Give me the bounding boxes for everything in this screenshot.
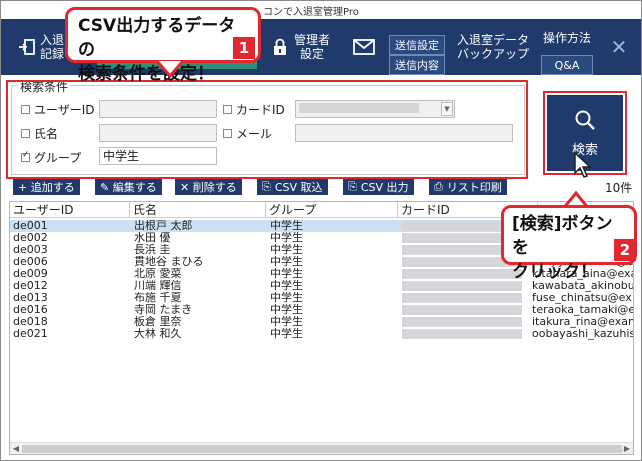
lock-icon <box>273 38 286 55</box>
search-conditions-highlight <box>6 80 528 179</box>
envelope-icon <box>353 39 375 55</box>
app-window: コンで入退室管理Pro 入退 記録 管理者 設定 送信設定 送信内容 入退室デー… <box>0 0 642 461</box>
cell-user-id: de013 <box>13 292 48 304</box>
cell-user-id: de002 <box>13 232 48 244</box>
redacted-card-id <box>402 281 522 291</box>
cell-mail: teraoka_tamaki@e <box>532 304 633 316</box>
cell-name: 川端 輝信 <box>134 280 182 292</box>
redacted-card-id <box>402 305 522 315</box>
cell-user-id: de001 <box>13 220 48 232</box>
cell-user-id: de012 <box>13 280 48 292</box>
scrollbar-thumb[interactable] <box>22 445 622 453</box>
import-icon: ⎘ <box>262 180 271 193</box>
cell-user-id: de009 <box>13 268 48 280</box>
csv-export-label: CSV 出力 <box>360 181 409 194</box>
cell-name: 寺岡 たまき <box>134 304 193 316</box>
cell-mail: itakura_rina@exan <box>532 316 633 328</box>
redacted-card-id <box>402 329 522 339</box>
cell-group: 中学生 <box>270 292 303 304</box>
cell-user-id: de006 <box>13 256 48 268</box>
qa-button[interactable]: Q&A <box>541 55 593 75</box>
add-button[interactable]: + 追加する <box>13 179 80 195</box>
cell-mail: oobayashi_kazuhis <box>532 328 633 340</box>
table-row[interactable]: de021 大林 和久 中学生 oobayashi_kazuhis <box>10 328 633 340</box>
cell-card-id-redacted <box>402 328 530 342</box>
cell-user-id: de021 <box>13 328 48 340</box>
callout-step1: CSV出力するデータの 検索条件を設定！ <box>65 7 261 84</box>
cell-group: 中学生 <box>270 328 303 340</box>
horizontal-scrollbar[interactable]: ◀ ▶ <box>10 442 633 454</box>
send-settings-button[interactable]: 送信設定 <box>389 35 445 55</box>
scroll-left-icon[interactable]: ◀ <box>10 443 22 454</box>
door-icon <box>18 39 35 55</box>
delete-button[interactable]: ✕ 削除する <box>175 179 242 195</box>
cell-user-id: de018 <box>13 316 48 328</box>
callout-step1-pointer <box>155 60 185 79</box>
cell-name: 布施 千夏 <box>134 292 182 304</box>
csv-export-button[interactable]: ⎘ CSV 出力 <box>343 179 414 195</box>
redacted-card-id <box>402 269 522 279</box>
cell-name: 北原 愛菜 <box>134 268 182 280</box>
cell-user-id: de003 <box>13 244 48 256</box>
window-title: コンで入退室管理Pro <box>263 7 359 18</box>
cell-group: 中学生 <box>270 256 303 268</box>
print-list-label: リスト印刷 <box>446 181 502 194</box>
cell-group: 中学生 <box>270 304 303 316</box>
step2-badge: 2 <box>614 239 636 261</box>
howto-label: 操作方法 <box>542 31 591 45</box>
entry-record-label: 入退 記録 <box>39 33 64 61</box>
cell-group: 中学生 <box>270 316 303 328</box>
print-list-button[interactable]: ⎙ リスト印刷 <box>429 179 507 195</box>
redacted-card-id <box>402 293 522 303</box>
cell-name: 板倉 里奈 <box>134 316 182 328</box>
csv-import-button[interactable]: ⎘ CSV 取込 <box>257 179 328 195</box>
col-name[interactable]: 氏名 <box>130 202 266 218</box>
callout-step2-text: [検索]ボタンを クリック！ <box>512 214 613 282</box>
export-icon: ⎘ <box>348 180 357 193</box>
printer-icon: ⎙ <box>434 180 443 193</box>
send-content-button[interactable]: 送信内容 <box>389 55 445 75</box>
mouse-cursor-icon <box>574 151 592 178</box>
admin-settings-button[interactable]: 管理者 設定 <box>263 25 339 69</box>
cell-name: 水田 優 <box>134 232 171 244</box>
col-group[interactable]: グループ <box>266 202 398 218</box>
cell-name: 出根戸 太郎 <box>134 220 193 232</box>
cell-group: 中学生 <box>270 280 303 292</box>
cell-group: 中学生 <box>270 232 303 244</box>
table-row[interactable]: de013 布施 千夏 中学生 fuse_chinatsu@ex <box>10 292 633 304</box>
cell-group: 中学生 <box>270 220 303 232</box>
cell-group: 中学生 <box>270 268 303 280</box>
table-row[interactable]: de016 寺岡 たまき 中学生 teraoka_tamaki@e <box>10 304 633 316</box>
cell-name: 大林 和久 <box>134 328 182 340</box>
entry-record-button[interactable]: 入退 記録 <box>11 25 71 69</box>
cell-group: 中学生 <box>270 244 303 256</box>
cell-name: 長浜 圭 <box>134 244 171 256</box>
admin-settings-label: 管理者 設定 <box>293 33 330 61</box>
redacted-card-id <box>402 317 522 327</box>
backup-label: 入退室データ バックアップ <box>456 33 529 61</box>
csv-import-label: CSV 取込 <box>274 181 323 194</box>
step1-badge: 1 <box>233 37 255 59</box>
cell-mail: fuse_chinatsu@ex <box>532 292 632 304</box>
cell-name: 貫地谷 まひる <box>134 256 204 268</box>
close-button[interactable]: ✕ <box>605 25 633 69</box>
table-row[interactable]: de018 板倉 里奈 中学生 itakura_rina@exan <box>10 316 633 328</box>
cell-user-id: de016 <box>13 304 48 316</box>
close-icon: ✕ <box>610 35 628 59</box>
col-user-id[interactable]: ユーザーID <box>10 202 130 218</box>
backup-button[interactable]: 入退室データ バックアップ <box>453 25 533 69</box>
edit-button[interactable]: ✎ 編集する <box>95 179 162 195</box>
scroll-right-icon[interactable]: ▶ <box>621 443 633 454</box>
howto-button[interactable]: 操作方法 <box>539 29 595 47</box>
result-count: 10件 <box>605 181 633 195</box>
